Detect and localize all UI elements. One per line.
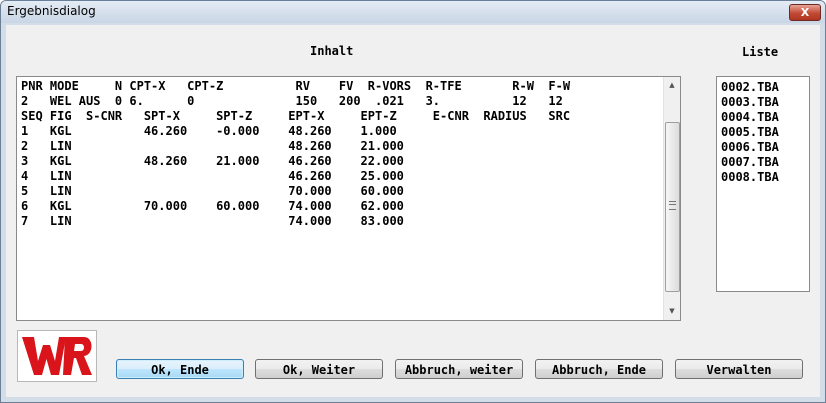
abbruch-weiter-button[interactable]: Abbruch, weiter [395, 359, 523, 379]
abbruch-ende-button[interactable]: Abbruch, Ende [535, 359, 663, 379]
inhalt-textbox[interactable]: PNR MODE N CPT-X CPT-Z RV FV R-VORS R-TF… [16, 76, 681, 321]
inhalt-line: 3 KGL 48.260 21.000 46.260 22.000 [21, 154, 404, 168]
close-button[interactable]: X [789, 4, 821, 21]
grip-icon [669, 201, 676, 210]
list-item[interactable]: 0002.TBA [721, 80, 779, 95]
wr-logo [17, 330, 97, 382]
liste-items: 0002.TBA 0003.TBA 0004.TBA 0005.TBA 0006.TBA… [721, 80, 779, 185]
list-item[interactable]: 0006.TBA [721, 140, 779, 155]
inhalt-line: 1 KGL 46.260 -0.000 48.260 1.000 [21, 124, 397, 138]
inhalt-line: SEQ FIG S-CNR SPT-X SPT-Z EPT-X EPT-Z E-… [21, 109, 571, 123]
inhalt-label: Inhalt [310, 44, 354, 58]
inhalt-line: 7 LIN 74.000 83.000 [21, 214, 404, 228]
inhalt-line: 4 LIN 46.260 25.000 [21, 169, 404, 183]
list-item[interactable]: 0007.TBA [721, 155, 779, 170]
dialog-client-area: Inhalt Liste PNR MODE N CPT-X CPT-Z RV F… [6, 25, 820, 397]
scroll-up-arrow-icon[interactable]: ▲ [664, 77, 680, 94]
window-title: Ergebnisdialog [7, 4, 96, 18]
inhalt-line: 5 LIN 70.000 60.000 [21, 184, 404, 198]
inhalt-line: 2 WEL AUS 0 6. 0 150 200 .021 3. 12 12 [21, 94, 563, 108]
liste-label: Liste [742, 45, 779, 59]
inhalt-text: PNR MODE N CPT-X CPT-Z RV FV R-VORS R-TF… [21, 79, 570, 229]
scroll-down-arrow-icon[interactable]: ▼ [664, 303, 680, 320]
list-item[interactable]: 0004.TBA [721, 110, 779, 125]
inhalt-line: 6 KGL 70.000 60.000 74.000 62.000 [21, 199, 404, 213]
liste-listbox[interactable]: 0002.TBA 0003.TBA 0004.TBA 0005.TBA 0006.TBA… [716, 76, 810, 292]
list-item[interactable]: 0003.TBA [721, 95, 779, 110]
inhalt-line: 2 LIN 48.260 21.000 [21, 139, 404, 153]
ok-ende-button[interactable]: Ok, Ende [116, 359, 244, 379]
result-dialog-window: Ergebnisdialog X Inhalt Liste PNR MODE N… [0, 0, 826, 403]
title-bar[interactable]: Ergebnisdialog X [1, 1, 825, 23]
wr-logo-icon [22, 337, 92, 375]
inhalt-vertical-scrollbar[interactable]: ▲ ▼ [663, 77, 680, 320]
verwalten-button[interactable]: Verwalten [675, 359, 803, 379]
inhalt-line: PNR MODE N CPT-X CPT-Z RV FV R-VORS R-TF… [21, 79, 571, 93]
list-item[interactable]: 0008.TBA [721, 170, 779, 185]
scroll-thumb[interactable] [665, 122, 680, 292]
ok-weiter-button[interactable]: Ok, Weiter [255, 359, 383, 379]
list-item[interactable]: 0005.TBA [721, 125, 779, 140]
